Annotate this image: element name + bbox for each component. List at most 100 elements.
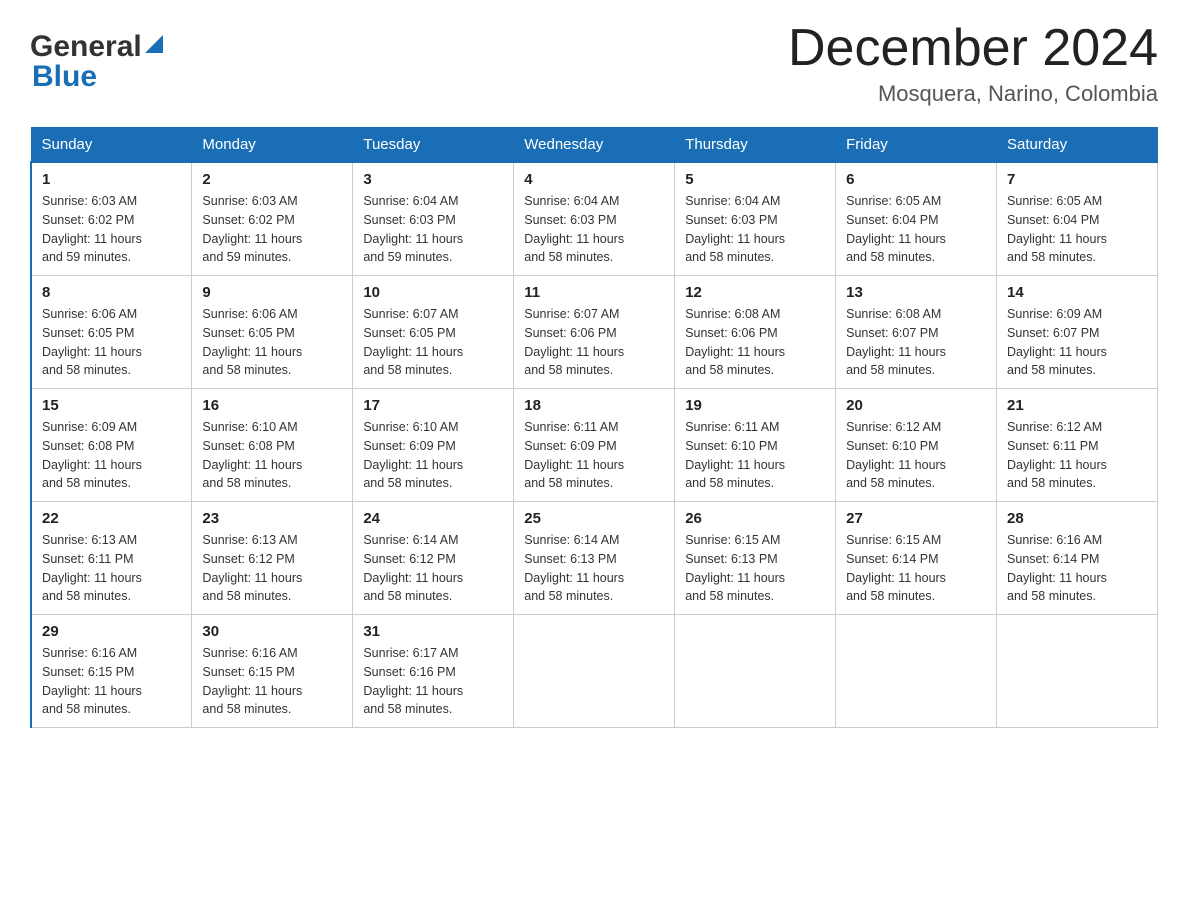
table-row: 28 Sunrise: 6:16 AM Sunset: 6:14 PM Dayl… [997,502,1158,615]
table-row: 1 Sunrise: 6:03 AM Sunset: 6:02 PM Dayli… [31,162,192,276]
day-info: Sunrise: 6:16 AM Sunset: 6:15 PM Dayligh… [202,644,342,719]
calendar-week-row: 1 Sunrise: 6:03 AM Sunset: 6:02 PM Dayli… [31,162,1158,276]
table-row: 22 Sunrise: 6:13 AM Sunset: 6:11 PM Dayl… [31,502,192,615]
day-info: Sunrise: 6:05 AM Sunset: 6:04 PM Dayligh… [1007,192,1147,267]
logo-general: General [30,30,142,64]
day-info: Sunrise: 6:14 AM Sunset: 6:13 PM Dayligh… [524,531,664,606]
logo: General Blue [30,30,163,94]
day-info: Sunrise: 6:08 AM Sunset: 6:07 PM Dayligh… [846,305,986,380]
day-number: 26 [685,510,825,527]
day-info: Sunrise: 6:17 AM Sunset: 6:16 PM Dayligh… [363,644,503,719]
page-header: General Blue December 2024 Mosquera, Nar… [30,20,1158,107]
table-row: 15 Sunrise: 6:09 AM Sunset: 6:08 PM Dayl… [31,389,192,502]
table-row: 14 Sunrise: 6:09 AM Sunset: 6:07 PM Dayl… [997,276,1158,389]
day-number: 6 [846,171,986,188]
day-info: Sunrise: 6:13 AM Sunset: 6:12 PM Dayligh… [202,531,342,606]
day-number: 30 [202,623,342,640]
day-info: Sunrise: 6:11 AM Sunset: 6:09 PM Dayligh… [524,418,664,493]
day-number: 25 [524,510,664,527]
table-row: 30 Sunrise: 6:16 AM Sunset: 6:15 PM Dayl… [192,615,353,728]
day-number: 29 [42,623,181,640]
calendar-week-row: 29 Sunrise: 6:16 AM Sunset: 6:15 PM Dayl… [31,615,1158,728]
day-number: 17 [363,397,503,414]
day-info: Sunrise: 6:12 AM Sunset: 6:11 PM Dayligh… [1007,418,1147,493]
table-row: 8 Sunrise: 6:06 AM Sunset: 6:05 PM Dayli… [31,276,192,389]
table-row: 4 Sunrise: 6:04 AM Sunset: 6:03 PM Dayli… [514,162,675,276]
calendar-week-row: 22 Sunrise: 6:13 AM Sunset: 6:11 PM Dayl… [31,502,1158,615]
day-info: Sunrise: 6:07 AM Sunset: 6:06 PM Dayligh… [524,305,664,380]
day-number: 14 [1007,284,1147,301]
day-number: 1 [42,171,181,188]
day-number: 5 [685,171,825,188]
calendar-table: Sunday Monday Tuesday Wednesday Thursday… [30,127,1158,728]
day-info: Sunrise: 6:04 AM Sunset: 6:03 PM Dayligh… [363,192,503,267]
table-row: 17 Sunrise: 6:10 AM Sunset: 6:09 PM Dayl… [353,389,514,502]
day-number: 22 [42,510,181,527]
calendar-week-row: 15 Sunrise: 6:09 AM Sunset: 6:08 PM Dayl… [31,389,1158,502]
day-number: 24 [363,510,503,527]
day-info: Sunrise: 6:16 AM Sunset: 6:14 PM Dayligh… [1007,531,1147,606]
day-info: Sunrise: 6:13 AM Sunset: 6:11 PM Dayligh… [42,531,181,606]
day-info: Sunrise: 6:12 AM Sunset: 6:10 PM Dayligh… [846,418,986,493]
day-number: 7 [1007,171,1147,188]
day-number: 11 [524,284,664,301]
day-info: Sunrise: 6:15 AM Sunset: 6:14 PM Dayligh… [846,531,986,606]
day-number: 18 [524,397,664,414]
table-row: 6 Sunrise: 6:05 AM Sunset: 6:04 PM Dayli… [836,162,997,276]
day-number: 20 [846,397,986,414]
table-row: 18 Sunrise: 6:11 AM Sunset: 6:09 PM Dayl… [514,389,675,502]
title-block: December 2024 Mosquera, Narino, Colombia [788,20,1158,107]
table-row: 27 Sunrise: 6:15 AM Sunset: 6:14 PM Dayl… [836,502,997,615]
day-number: 27 [846,510,986,527]
table-row: 29 Sunrise: 6:16 AM Sunset: 6:15 PM Dayl… [31,615,192,728]
table-row [997,615,1158,728]
day-info: Sunrise: 6:04 AM Sunset: 6:03 PM Dayligh… [685,192,825,267]
day-number: 15 [42,397,181,414]
day-info: Sunrise: 6:10 AM Sunset: 6:09 PM Dayligh… [363,418,503,493]
table-row: 2 Sunrise: 6:03 AM Sunset: 6:02 PM Dayli… [192,162,353,276]
table-row: 25 Sunrise: 6:14 AM Sunset: 6:13 PM Dayl… [514,502,675,615]
day-info: Sunrise: 6:10 AM Sunset: 6:08 PM Dayligh… [202,418,342,493]
day-number: 3 [363,171,503,188]
table-row [675,615,836,728]
calendar-week-row: 8 Sunrise: 6:06 AM Sunset: 6:05 PM Dayli… [31,276,1158,389]
day-info: Sunrise: 6:08 AM Sunset: 6:06 PM Dayligh… [685,305,825,380]
day-info: Sunrise: 6:09 AM Sunset: 6:07 PM Dayligh… [1007,305,1147,380]
day-number: 23 [202,510,342,527]
table-row [514,615,675,728]
day-info: Sunrise: 6:04 AM Sunset: 6:03 PM Dayligh… [524,192,664,267]
day-info: Sunrise: 6:06 AM Sunset: 6:05 PM Dayligh… [202,305,342,380]
day-number: 2 [202,171,342,188]
table-row: 21 Sunrise: 6:12 AM Sunset: 6:11 PM Dayl… [997,389,1158,502]
day-info: Sunrise: 6:15 AM Sunset: 6:13 PM Dayligh… [685,531,825,606]
header-tuesday: Tuesday [353,128,514,163]
header-friday: Friday [836,128,997,163]
table-row: 24 Sunrise: 6:14 AM Sunset: 6:12 PM Dayl… [353,502,514,615]
table-row: 5 Sunrise: 6:04 AM Sunset: 6:03 PM Dayli… [675,162,836,276]
month-title: December 2024 [788,20,1158,77]
day-info: Sunrise: 6:06 AM Sunset: 6:05 PM Dayligh… [42,305,181,380]
day-number: 10 [363,284,503,301]
calendar-header-row: Sunday Monday Tuesday Wednesday Thursday… [31,128,1158,163]
header-sunday: Sunday [31,128,192,163]
table-row: 3 Sunrise: 6:04 AM Sunset: 6:03 PM Dayli… [353,162,514,276]
day-number: 21 [1007,397,1147,414]
day-number: 12 [685,284,825,301]
table-row: 19 Sunrise: 6:11 AM Sunset: 6:10 PM Dayl… [675,389,836,502]
logo-triangle [145,35,163,58]
day-number: 19 [685,397,825,414]
table-row: 23 Sunrise: 6:13 AM Sunset: 6:12 PM Dayl… [192,502,353,615]
day-number: 16 [202,397,342,414]
table-row: 16 Sunrise: 6:10 AM Sunset: 6:08 PM Dayl… [192,389,353,502]
day-info: Sunrise: 6:07 AM Sunset: 6:05 PM Dayligh… [363,305,503,380]
logo-blue: Blue [30,60,97,94]
table-row: 12 Sunrise: 6:08 AM Sunset: 6:06 PM Dayl… [675,276,836,389]
day-info: Sunrise: 6:03 AM Sunset: 6:02 PM Dayligh… [202,192,342,267]
table-row: 7 Sunrise: 6:05 AM Sunset: 6:04 PM Dayli… [997,162,1158,276]
day-number: 9 [202,284,342,301]
day-number: 31 [363,623,503,640]
day-info: Sunrise: 6:11 AM Sunset: 6:10 PM Dayligh… [685,418,825,493]
table-row [836,615,997,728]
day-number: 4 [524,171,664,188]
day-info: Sunrise: 6:16 AM Sunset: 6:15 PM Dayligh… [42,644,181,719]
